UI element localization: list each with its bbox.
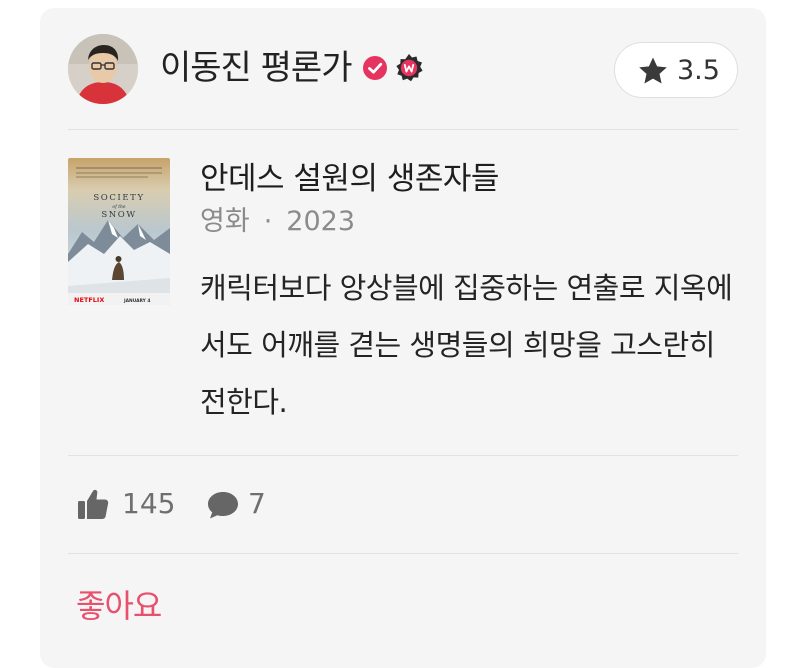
poster-brand: NETFLIX bbox=[74, 296, 104, 304]
watcha-w-badge-icon bbox=[396, 54, 423, 82]
divider bbox=[68, 553, 738, 554]
divider bbox=[68, 455, 738, 456]
poster-release: JANUARY 4 bbox=[123, 298, 150, 304]
movie-category: 영화 bbox=[200, 206, 250, 237]
likes-count: 145 bbox=[122, 487, 176, 520]
divider bbox=[68, 129, 738, 130]
avatar[interactable] bbox=[68, 34, 138, 104]
movie-title[interactable]: 안데스 설원의 생존자들 bbox=[200, 158, 499, 200]
movie-poster[interactable]: SOCIETY of the SNOW NETFLIX JANUARY 4 bbox=[68, 158, 170, 305]
comments-stat[interactable]: 7 bbox=[206, 484, 286, 524]
svg-text:SNOW: SNOW bbox=[101, 210, 136, 220]
rating-value: 3.5 bbox=[677, 55, 720, 86]
comment-icon bbox=[208, 492, 238, 519]
svg-text:SOCIETY: SOCIETY bbox=[93, 193, 144, 203]
star-icon bbox=[639, 57, 667, 84]
review-text[interactable]: 캐릭터보다 앙상블에 집중하는 연출로 지옥에서도 어깨를 겯는 생명들의 희망… bbox=[200, 260, 740, 431]
verified-check-icon bbox=[363, 56, 387, 80]
likes-stat[interactable]: 145 bbox=[76, 484, 176, 524]
review-card[interactable]: 이동진 평론가 3.5 SOCIETY of the SNOW NETFLIX … bbox=[40, 8, 766, 668]
movie-meta: 영화 · 2023 bbox=[200, 205, 355, 239]
rating-badge: 3.5 bbox=[614, 42, 738, 98]
thumbs-up-icon bbox=[78, 489, 109, 519]
comments-count: 7 bbox=[248, 487, 266, 520]
like-button[interactable]: 좋아요 bbox=[76, 586, 162, 626]
author-name[interactable]: 이동진 평론가 bbox=[160, 48, 352, 88]
meta-separator: · bbox=[263, 206, 273, 237]
movie-year: 2023 bbox=[286, 206, 355, 237]
review-header: 이동진 평론가 3.5 bbox=[68, 30, 738, 110]
